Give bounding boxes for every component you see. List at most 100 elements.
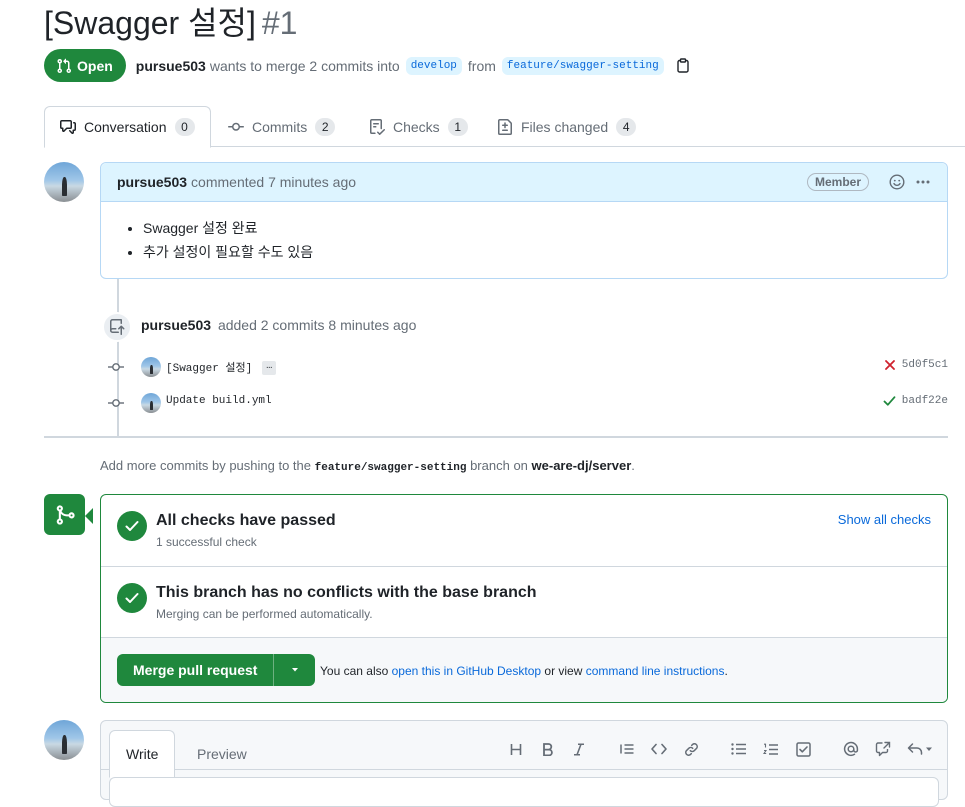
tab-preview[interactable]: Preview [181,730,263,778]
push-note-suffix: . [631,458,635,473]
tab-commits-label: Commits [252,118,308,135]
copy-icon[interactable] [676,58,690,73]
checklist-icon [370,118,385,135]
timeline-divider [44,436,948,438]
link-icon[interactable] [679,737,703,761]
italic-icon[interactable] [567,737,591,761]
commit-message-link[interactable]: Update build.yml [166,395,272,407]
comment-header: pursue503 commented 7 minutes ago Member [101,163,947,202]
table-row: [Swagger 설정]… 5d0f5c1 [100,355,948,379]
merge-footer: Merge pull request You can also open thi… [101,638,947,702]
smiley-icon[interactable] [889,174,905,190]
push-note-repo[interactable]: we-are-dj/server [532,458,632,473]
tab-conversation-label: Conversation [84,119,167,135]
tab-conversation[interactable]: Conversation 0 [44,106,211,148]
commit-message-link[interactable]: [Swagger 설정]… [166,359,277,376]
x-icon[interactable] [884,359,896,374]
state-badge: Open [44,49,126,82]
expand-message-button[interactable]: … [262,361,277,376]
tab-checks-count: 1 [447,117,468,136]
git-commit-icon [108,399,124,407]
pr-number: #1 [261,5,298,41]
merge-pull-request-button[interactable]: Merge pull request [117,654,275,686]
check-icon[interactable] [883,395,896,410]
commit-sha-link[interactable]: badf22e [902,395,948,407]
tab-write[interactable]: Write [109,730,176,778]
kebab-horizontal-icon[interactable] [915,174,931,190]
git-merge-icon [44,494,85,535]
comment-author-link[interactable]: pursue503 [117,174,187,190]
merge-alt-suffix: . [724,664,728,678]
avatar[interactable] [141,393,161,413]
conflicts-title: This branch has no conflicts with the ba… [156,584,537,601]
reply-icon[interactable] [905,737,937,761]
push-note-branch: feature/swagger-setting [314,462,467,474]
triangle-down-icon [291,668,298,672]
merge-box-caret [85,508,93,524]
head-branch-label[interactable]: feature/swagger-setting [501,56,664,75]
comment-textarea[interactable] [109,777,939,807]
git-commit-icon [108,363,124,371]
comment-discussion-icon [60,120,76,134]
pr-description-comment: pursue503 commented 7 minutes ago Member… [100,162,948,279]
pr-status-line: Open pursue503 wants to merge 2 commits … [44,49,690,82]
unordered-list-icon[interactable] [727,737,751,761]
commit-sha-link[interactable]: 5d0f5c1 [902,359,948,371]
table-row: Update build.yml badf22e [100,391,948,415]
bold-icon[interactable] [535,737,559,761]
open-in-desktop-link[interactable]: open this in GitHub Desktop [392,664,541,678]
repo-push-icon [102,312,132,342]
avatar[interactable] [44,720,84,760]
push-note: Add more commits by pushing to the featu… [100,458,635,474]
tab-files-changed-label: Files changed [521,118,609,135]
merge-alt-prefix: You can also [320,664,389,678]
merge-button-group: Merge pull request [117,654,316,686]
tab-checks-label: Checks [393,118,440,135]
tab-commits[interactable]: Commits 2 [213,106,350,147]
quote-icon[interactable] [615,737,639,761]
merge-box: All checks have passed 1 successful chec… [100,494,948,703]
tab-files-changed-count: 4 [616,117,637,136]
avatar[interactable] [141,357,161,377]
merge-method-dropdown[interactable] [274,654,315,686]
commits-event-action: added 2 commits 8 minutes ago [217,317,417,333]
mention-icon[interactable] [839,737,863,761]
check-circle-icon [117,583,147,613]
tab-commits-count: 2 [315,117,336,136]
from-text: from [467,57,496,74]
tab-files-changed[interactable]: Files changed 4 [482,106,651,147]
cross-reference-icon[interactable] [871,737,895,761]
comment-action[interactable]: commented 7 minutes ago [191,174,356,190]
conflicts-subtitle: Merging can be performed automatically. [156,607,373,621]
git-pull-request-icon [57,58,72,73]
checks-title: All checks have passed [156,512,336,529]
commits-author-link[interactable]: pursue503 [141,317,211,333]
avatar[interactable] [44,162,84,202]
pr-author-link[interactable]: pursue503 [136,58,206,74]
state-label: Open [77,57,113,74]
push-note-prefix: Add more commits by pushing to the [100,458,311,473]
conflicts-section: This branch has no conflicts with the ba… [101,567,947,638]
pr-tabs: Conversation 0 Commits 2 Checks 1 Files … [44,106,965,148]
code-icon[interactable] [647,737,671,761]
git-commit-icon [228,122,244,131]
checks-subtitle: 1 successful check [156,535,257,549]
file-diff-icon [498,118,512,135]
show-all-checks-link[interactable]: Show all checks [838,512,931,527]
list-item: 추가 설정이 필요할 수도 있음 [143,240,931,264]
check-circle-icon [117,511,147,541]
command-line-instructions-link[interactable]: command line instructions [586,664,725,678]
heading-icon[interactable] [504,737,528,761]
ordered-list-icon[interactable] [759,737,783,761]
commits-added-event: pursue503 added 2 commits 8 minutes ago [141,317,416,333]
comment-composer: Write Preview [100,720,948,807]
tab-checks[interactable]: Checks 1 [354,106,483,147]
merge-alt-or: or view [544,664,583,678]
merge-alternatives: You can also open this in GitHub Desktop… [320,664,728,678]
base-branch-label[interactable]: develop [405,56,462,75]
member-label: Member [806,173,869,191]
comment-body: Swagger 설정 완료 추가 설정이 필요할 수도 있음 [101,202,947,264]
pr-title: [Swagger 설정] #1 [44,2,297,44]
list-item: Swagger 설정 완료 [143,216,931,240]
task-list-icon[interactable] [791,737,815,761]
